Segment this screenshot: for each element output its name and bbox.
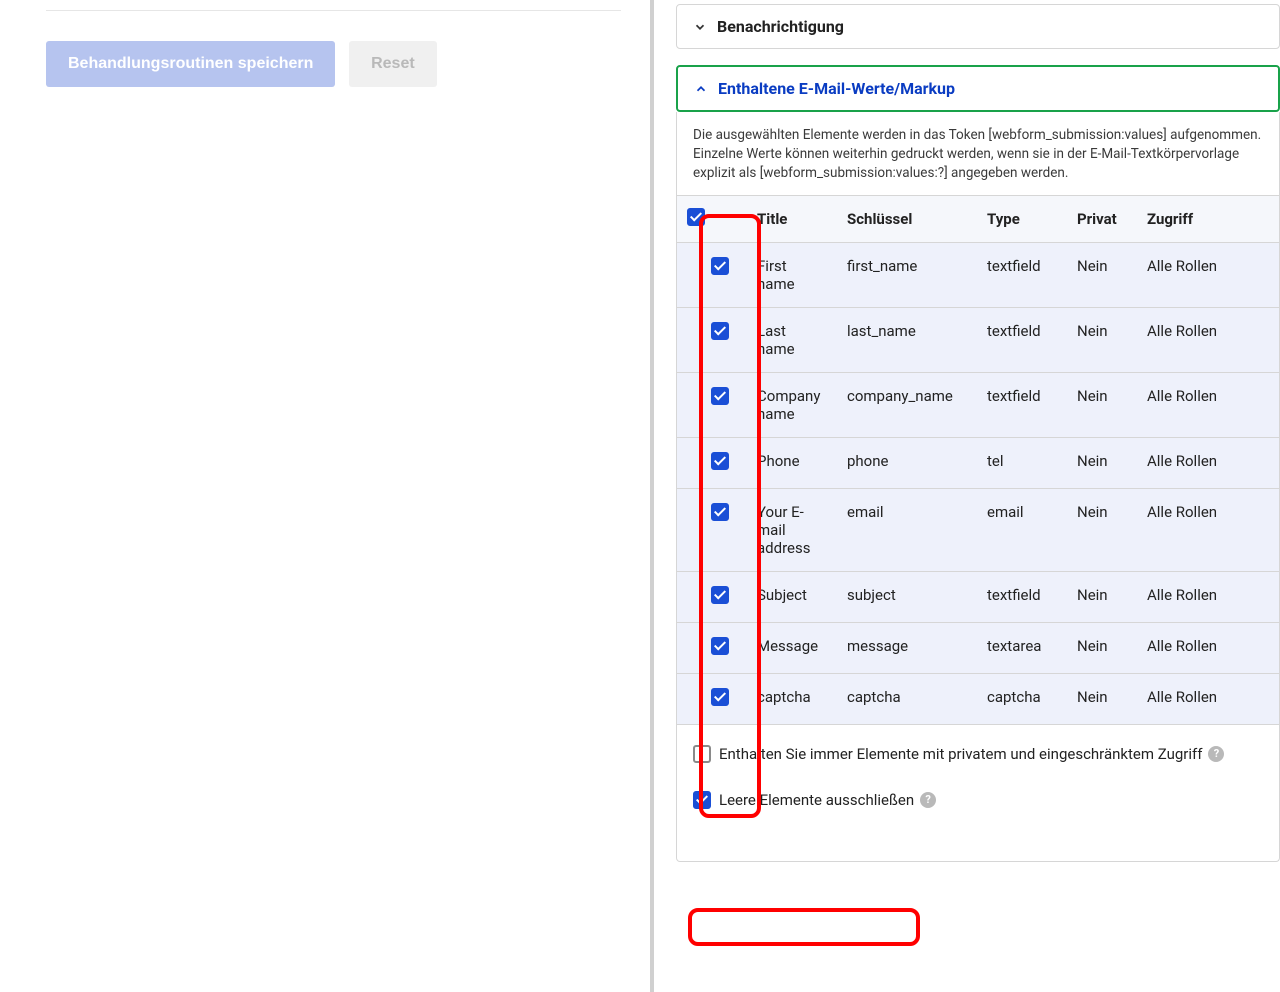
cell-title: Last name	[747, 307, 837, 372]
values-table: Title Schlüssel Type Privat Zugriff Firs…	[677, 195, 1279, 725]
row-checkbox[interactable]	[711, 688, 729, 706]
cell-title: Your E-mail address	[747, 488, 837, 571]
cell-type: textfield	[977, 242, 1067, 307]
cell-private: Nein	[1067, 242, 1137, 307]
table-row: Last namelast_nametextfieldNeinAlle Roll…	[677, 307, 1279, 372]
row-checkbox[interactable]	[711, 257, 729, 275]
include-private-checkbox[interactable]	[693, 745, 711, 763]
exclude-empty-label: Leere Elemente ausschließen	[719, 791, 914, 809]
section-divider	[46, 10, 621, 11]
row-checkbox[interactable]	[711, 586, 729, 604]
cell-type: tel	[977, 437, 1067, 488]
help-icon[interactable]: ?	[920, 792, 936, 808]
table-row: Company namecompany_nametextfieldNeinAll…	[677, 372, 1279, 437]
panel-help-text: Die ausgewählten Elemente werden in das …	[677, 126, 1279, 195]
table-row: PhonephonetelNeinAlle Rollen	[677, 437, 1279, 488]
table-row: MessagemessagetextareaNeinAlle Rollen	[677, 622, 1279, 673]
cell-key: company_name	[837, 372, 977, 437]
cell-type: captcha	[977, 673, 1067, 724]
cell-private: Nein	[1067, 488, 1137, 571]
row-checkbox[interactable]	[711, 637, 729, 655]
select-all-checkbox[interactable]	[687, 208, 705, 226]
table-row: captchacaptchacaptchaNeinAlle Rollen	[677, 673, 1279, 724]
cell-private: Nein	[1067, 571, 1137, 622]
panel-notification-title: Benachrichtigung	[717, 17, 844, 36]
cell-type: textarea	[977, 622, 1067, 673]
row-checkbox[interactable]	[711, 322, 729, 340]
cell-type: textfield	[977, 372, 1067, 437]
cell-key: captcha	[837, 673, 977, 724]
reset-button[interactable]: Reset	[349, 41, 437, 87]
include-private-label: Enthalten Sie immer Elemente mit private…	[719, 745, 1202, 763]
cell-private: Nein	[1067, 622, 1137, 673]
exclude-empty-checkbox[interactable]	[693, 791, 711, 809]
row-checkbox[interactable]	[711, 387, 729, 405]
chevron-up-icon	[694, 82, 708, 96]
col-access: Zugriff	[1137, 195, 1279, 242]
cell-key: subject	[837, 571, 977, 622]
col-title: Title	[747, 195, 837, 242]
cell-title: Phone	[747, 437, 837, 488]
table-row: Your E-mail addressemailemailNeinAlle Ro…	[677, 488, 1279, 571]
cell-key: email	[837, 488, 977, 571]
cell-title: Company name	[747, 372, 837, 437]
help-icon[interactable]: ?	[1208, 746, 1224, 762]
cell-access: Alle Rollen	[1137, 437, 1279, 488]
cell-type: textfield	[977, 307, 1067, 372]
panel-notification[interactable]: Benachrichtigung	[676, 4, 1280, 49]
cell-private: Nein	[1067, 372, 1137, 437]
cell-private: Nein	[1067, 307, 1137, 372]
cell-type: textfield	[977, 571, 1067, 622]
panel-email-values[interactable]: Enthaltene E-Mail-Werte/Markup	[676, 65, 1280, 112]
col-key: Schlüssel	[837, 195, 977, 242]
cell-access: Alle Rollen	[1137, 242, 1279, 307]
cell-access: Alle Rollen	[1137, 488, 1279, 571]
table-row: First namefirst_nametextfieldNeinAlle Ro…	[677, 242, 1279, 307]
cell-access: Alle Rollen	[1137, 622, 1279, 673]
cell-private: Nein	[1067, 673, 1137, 724]
col-private: Privat	[1067, 195, 1137, 242]
cell-access: Alle Rollen	[1137, 571, 1279, 622]
cell-key: last_name	[837, 307, 977, 372]
cell-title: Message	[747, 622, 837, 673]
row-checkbox[interactable]	[711, 452, 729, 470]
cell-key: first_name	[837, 242, 977, 307]
cell-title: First name	[747, 242, 837, 307]
cell-access: Alle Rollen	[1137, 673, 1279, 724]
cell-private: Nein	[1067, 437, 1137, 488]
panel-email-values-title: Enthaltene E-Mail-Werte/Markup	[718, 79, 955, 98]
cell-key: message	[837, 622, 977, 673]
cell-type: email	[977, 488, 1067, 571]
row-checkbox[interactable]	[711, 503, 729, 521]
chevron-down-icon	[693, 20, 707, 34]
cell-access: Alle Rollen	[1137, 372, 1279, 437]
cell-title: Subject	[747, 571, 837, 622]
col-type: Type	[977, 195, 1067, 242]
cell-title: captcha	[747, 673, 837, 724]
cell-key: phone	[837, 437, 977, 488]
save-button[interactable]: Behandlungsroutinen speichern	[46, 41, 335, 87]
panel-email-values-body: Die ausgewählten Elemente werden in das …	[676, 112, 1280, 862]
table-row: SubjectsubjecttextfieldNeinAlle Rollen	[677, 571, 1279, 622]
cell-access: Alle Rollen	[1137, 307, 1279, 372]
